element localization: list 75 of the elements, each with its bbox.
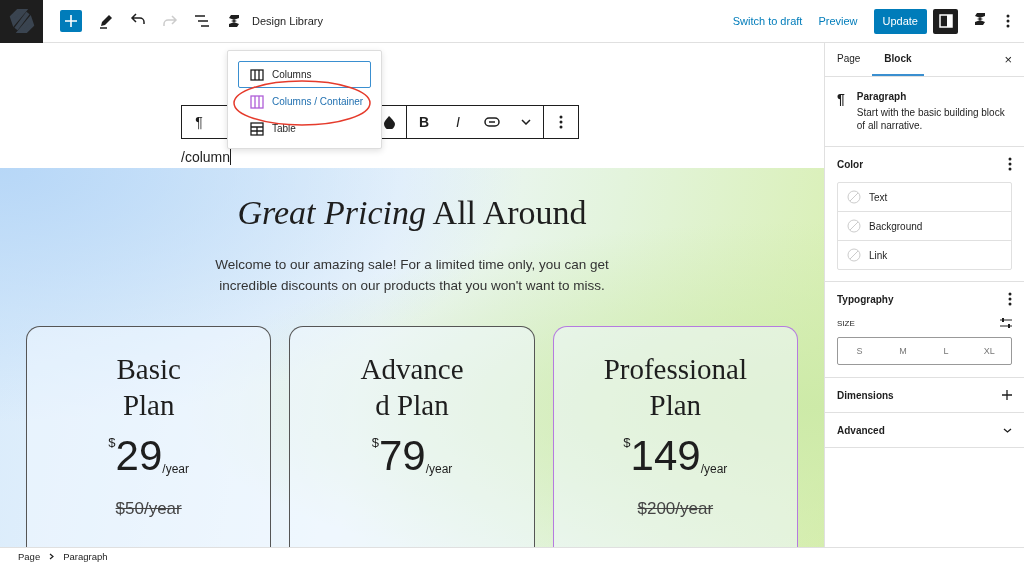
currency-symbol: $ [371, 434, 379, 450]
price-period: /year [700, 462, 728, 478]
top-link[interactable]: Switch to draft [732, 15, 803, 27]
plan-title: Professional Plan [603, 352, 747, 423]
panel-title: Color [837, 158, 864, 170]
font-size-option[interactable]: L [924, 338, 968, 364]
font-size-option[interactable]: S [838, 338, 882, 364]
more-options-icon[interactable] [1006, 13, 1010, 29]
size-label: SIZE [837, 318, 855, 328]
old-price: $200/year [637, 499, 714, 519]
list-view-icon[interactable] [194, 14, 210, 28]
plan-price: 29 [115, 433, 163, 479]
more-options-icon[interactable] [1008, 291, 1012, 307]
s-logo-icon[interactable] [226, 13, 242, 29]
plan-title: Basic Plan [116, 352, 181, 423]
old-price: $50/year [115, 499, 182, 519]
columns-icon [250, 94, 264, 109]
table-icon [250, 121, 264, 136]
currency-symbol: $ [108, 434, 116, 450]
bold-button[interactable]: B [407, 106, 441, 138]
pricing-card[interactable]: Advance d Plan $79/year [289, 326, 535, 547]
plus-icon[interactable] [1002, 390, 1012, 400]
block-option[interactable]: Columns [238, 61, 371, 88]
pricing-card[interactable]: Professional Plan $149/year $200/year [552, 326, 798, 547]
pricing-card[interactable]: Basic Plan $29/year $50/year [26, 326, 272, 547]
italic-button[interactable]: I [441, 106, 475, 138]
add-block-button[interactable] [60, 10, 82, 32]
price-period: /year [425, 462, 453, 478]
sidebar-tab[interactable]: Block [872, 43, 924, 76]
columns-icon [250, 68, 264, 81]
font-size-option[interactable]: XL [967, 338, 1011, 364]
no-color-icon [847, 190, 861, 204]
more-options-icon[interactable] [1008, 156, 1012, 172]
block-name: Paragraph [856, 91, 908, 102]
currency-symbol: $ [623, 434, 631, 450]
paragraph-icon: ¶ [837, 91, 845, 132]
no-color-icon [847, 219, 861, 233]
color-option[interactable]: Background [838, 211, 1011, 240]
link-icon[interactable] [484, 117, 500, 127]
color-option[interactable]: Link [838, 240, 1011, 269]
color-option[interactable]: Text [838, 183, 1011, 211]
breadcrumb-link[interactable]: Paragraph [63, 551, 108, 562]
panel-title[interactable]: Dimensions [837, 389, 894, 401]
design-library-link[interactable]: Design Library [252, 15, 323, 27]
update-button[interactable]: Update [873, 8, 927, 34]
chevron-down-icon[interactable] [521, 119, 531, 125]
drop-icon[interactable] [382, 115, 396, 129]
chevron-down-icon[interactable] [1003, 427, 1012, 433]
plus-icon [64, 14, 78, 28]
chevron-right-icon [49, 553, 55, 560]
sliders-icon[interactable] [1000, 317, 1012, 329]
s-plugin-icon[interactable] [972, 11, 988, 27]
sidebar-icon [938, 14, 953, 28]
panel-title: Typography [837, 293, 894, 305]
plan-price: 149 [630, 433, 701, 479]
more-options-icon[interactable] [559, 114, 563, 130]
close-icon[interactable]: × [1004, 52, 1012, 67]
price-period: /year [162, 462, 189, 478]
intro-paragraph: Welcome to our amazing sale! For a limited time only, you can get incredible discounts on our products that you won't want to miss. [214, 256, 610, 295]
breadcrumb-link[interactable]: Page [18, 551, 41, 562]
plan-price: 79 [378, 433, 426, 479]
section-heading: Great Pricing All Around [237, 194, 587, 232]
top-link[interactable]: Preview [818, 15, 858, 27]
plan-title: Advance d Plan [360, 352, 464, 423]
logo-icon [7, 7, 36, 35]
undo-icon[interactable] [130, 12, 146, 26]
block-option[interactable]: Table [238, 115, 371, 142]
pencil-icon[interactable] [98, 13, 114, 29]
block-description: Start with the basic building block of all narrative. [856, 106, 1006, 132]
sidebar-tab[interactable]: Page [837, 43, 873, 76]
panel-title[interactable]: Advanced [837, 424, 885, 436]
paragraph-icon[interactable]: ¶ [182, 106, 216, 138]
no-color-icon [847, 248, 861, 262]
settings-toggle-button[interactable] [933, 8, 958, 34]
font-size-option[interactable]: M [881, 338, 925, 364]
